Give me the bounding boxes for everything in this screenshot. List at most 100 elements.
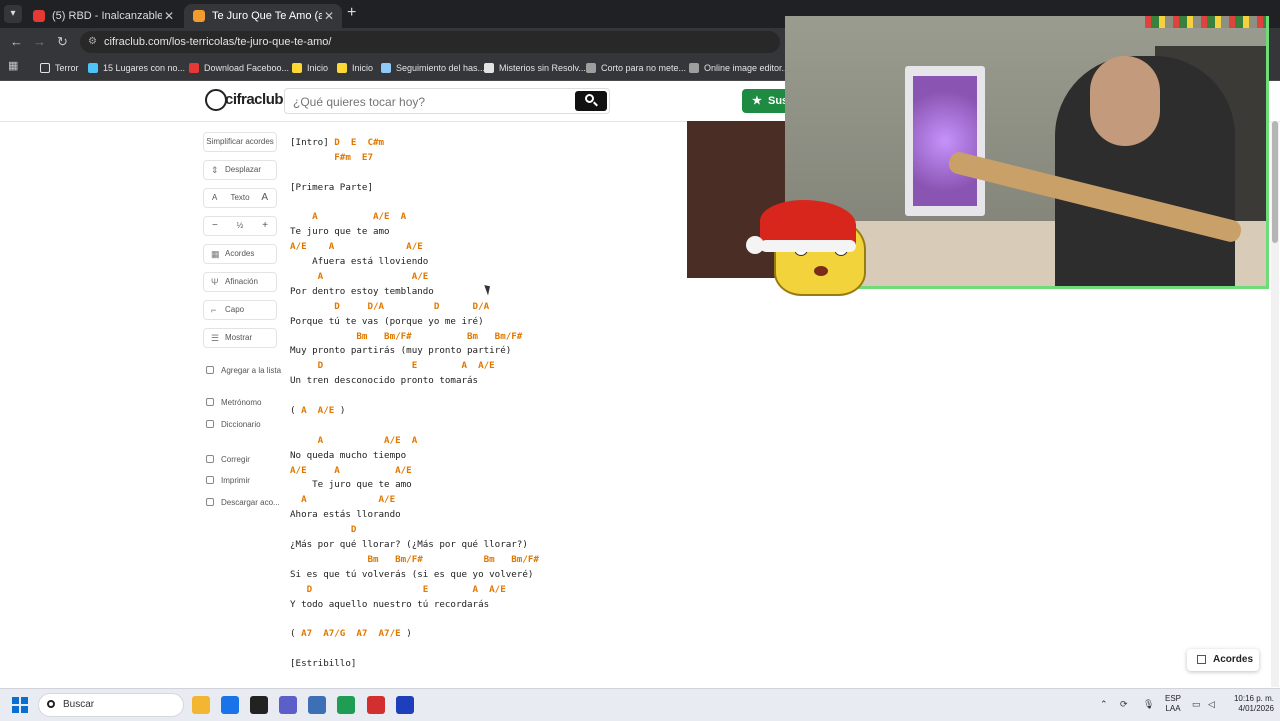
chord-text[interactable]: A/E A A/E <box>290 241 423 252</box>
lyric-line: Muy pronto partirás (muy pronto partiré) <box>290 344 670 359</box>
guitar-logo-icon <box>205 89 227 111</box>
search-input[interactable] <box>291 92 575 112</box>
chord-text[interactable]: F#m E7 <box>290 152 373 163</box>
apps-grid-icon[interactable]: ▦ <box>8 59 18 72</box>
photo-app-icon[interactable] <box>279 696 297 714</box>
site-info-icon[interactable]: ⚙ <box>88 31 97 53</box>
capcut-icon[interactable] <box>250 696 268 714</box>
close-icon[interactable]: ✕ <box>164 4 174 28</box>
search-button[interactable] <box>575 91 607 111</box>
media-player-icon[interactable] <box>337 696 355 714</box>
lyric-text: ¿Más por qué llorar? (¿Más por qué llora… <box>290 539 528 551</box>
chord-text[interactable]: Bm Bm/F# Bm Bm/F# <box>290 331 522 342</box>
chord-line: D <box>290 523 670 538</box>
chord-text[interactable]: D E A A/E <box>290 360 495 371</box>
page-scrollbar[interactable] <box>1271 121 1279 687</box>
bookmark-corto[interactable]: Corto para no mete... <box>586 60 686 76</box>
lyric-text: [Intro] <box>290 137 335 148</box>
chord-text[interactable]: D E C#m <box>334 137 384 148</box>
autoscroll-button[interactable]: ⇕ Desplazar <box>203 160 277 180</box>
download-icon <box>189 63 199 73</box>
bookmark-inicio-2[interactable]: Inicio <box>337 60 373 76</box>
logo-text: cifraclub <box>225 91 284 108</box>
santa-hat <box>746 200 856 254</box>
chord-line: A/E A A/E <box>290 464 670 479</box>
chrome-icon[interactable] <box>221 696 239 714</box>
chord-line: ( A A/E ) <box>290 404 670 419</box>
lyric-text: [Primera Parte] <box>290 181 373 193</box>
vegas-icon[interactable] <box>396 696 414 714</box>
reload-icon[interactable]: ↻ <box>57 34 68 50</box>
lyric-text: ( <box>290 628 302 640</box>
text-larger-button[interactable]: A <box>261 189 268 207</box>
windows-start-icon[interactable] <box>12 697 28 713</box>
dictionary-link[interactable]: Diccionario <box>206 419 261 431</box>
chord-text[interactable]: A7 A7/G A7 A7/E <box>301 628 401 639</box>
lyric-text: ) <box>334 405 346 417</box>
chord-text[interactable]: D E A A/E <box>290 584 506 595</box>
chord-line: Bm Bm/F# Bm Bm/F# <box>290 330 670 345</box>
lyric-text: Muy pronto partirás (muy pronto partiré) <box>290 345 512 357</box>
chord-text[interactable]: A/E A A/E <box>290 465 412 476</box>
scrollbar-thumb[interactable] <box>1272 121 1278 243</box>
tab-youtube[interactable]: (5) RBD - Inalcanzable - YouTube ✕ <box>24 4 182 28</box>
chord-text[interactable]: A A/E A <box>290 435 418 446</box>
taskbar-search[interactable]: Buscar <box>38 693 184 717</box>
bookmark-seguimiento[interactable]: Seguimiento del has... <box>381 60 485 76</box>
bookmark-inicio-1[interactable]: Inicio <box>292 60 328 76</box>
forward-arrow-icon[interactable]: → <box>33 34 46 49</box>
chord-text[interactable]: A A/E <box>301 405 334 416</box>
monitor-icon[interactable]: ▭ <box>1192 699 1201 710</box>
calculator-icon[interactable] <box>308 696 326 714</box>
microphone-icon[interactable]: 🎙 <box>1143 699 1154 710</box>
capo-button[interactable]: ⌐ Capo <box>203 300 277 320</box>
close-icon[interactable]: ✕ <box>324 4 334 28</box>
tab-search-button[interactable]: ▾ <box>4 5 22 23</box>
lyric-line: No queda mucho tiempo <box>290 449 670 464</box>
correct-link[interactable]: Corregir <box>206 454 250 466</box>
red-app-icon[interactable] <box>367 696 385 714</box>
add-to-list-link[interactable]: Agregar a la lista <box>206 365 281 377</box>
scroll-icon: ⇕ <box>211 165 219 175</box>
simplify-chords-button[interactable]: Simplificar acordes <box>203 132 277 152</box>
bookmark-15-lugares[interactable]: 15 Lugares con no... <box>88 60 185 76</box>
lyric-text: [Estribillo] <box>290 658 357 670</box>
chord-text[interactable]: Bm Bm/F# Bm Bm/F# <box>290 554 538 565</box>
download-chords-link[interactable]: Descargar aco... <box>206 497 280 509</box>
bookmark-download-facebook[interactable]: Download Faceboo... <box>189 60 289 76</box>
bookmark-terror[interactable]: Terror <box>40 60 79 76</box>
volume-icon[interactable]: ◁ <box>1208 699 1215 710</box>
chord-text[interactable]: A A/E <box>290 271 429 282</box>
song-sheet: [Intro] D E C#m F#m E7 [Primera Parte] A … <box>290 136 670 672</box>
metronome-link[interactable]: Metrónomo <box>206 397 261 409</box>
chevron-up-icon[interactable]: ⌃ <box>1100 699 1108 710</box>
language-indicator[interactable]: ESP LAA <box>1162 694 1184 714</box>
cifraclub-logo[interactable]: cifraclub <box>205 87 284 115</box>
chord-text[interactable]: D D/A D D/A <box>290 301 489 312</box>
chord-text[interactable]: D <box>290 524 357 535</box>
chord-text[interactable]: A A/E <box>290 494 395 505</box>
cifraclub-icon <box>193 10 205 22</box>
url-field[interactable]: ⚙ cifraclub.com/los-terricolas/te-juro-q… <box>80 31 780 53</box>
back-arrow-icon[interactable]: ← <box>10 34 23 49</box>
lyric-line: Y todo aquello nuestro tú recordarás <box>290 598 670 613</box>
tab-cifraclub[interactable]: Te Juro Que Te Amo (acordes) ✕ <box>184 4 342 28</box>
tuning-button[interactable]: Ψ Afinación <box>203 272 277 292</box>
chords-button[interactable]: ▦ Acordes <box>203 244 277 264</box>
show-button[interactable]: ☰ Mostrar <box>203 328 277 348</box>
clock[interactable]: 10:16 p. m. 4/01/2026 <box>1224 694 1274 714</box>
file-explorer-icon[interactable] <box>192 696 210 714</box>
bookmark-image-editor[interactable]: Online image editor... <box>689 60 789 76</box>
new-tab-button[interactable]: + <box>347 4 356 22</box>
taskbar: Buscar ⌃ ⟳ 🎙 ESP LAA ▭ ◁ 10:16 p. m. 4/0… <box>0 688 1280 721</box>
sync-icon[interactable]: ⟳ <box>1120 699 1128 710</box>
chord-text[interactable]: A A/E A <box>290 211 406 222</box>
chords-float-button[interactable]: Acordes <box>1187 649 1259 671</box>
bookmark-misterios[interactable]: Misterios sin Resolv... <box>484 60 586 76</box>
lyric-text: Afuera está lloviendo <box>290 256 429 268</box>
lyric-line: Ahora estás llorando <box>290 508 670 523</box>
tone-up-button[interactable]: + <box>262 217 268 235</box>
print-link[interactable]: Imprimir <box>206 475 250 487</box>
add-list-icon <box>206 366 214 374</box>
lyric-text: Un tren desconocido pronto tomarás <box>290 375 479 387</box>
